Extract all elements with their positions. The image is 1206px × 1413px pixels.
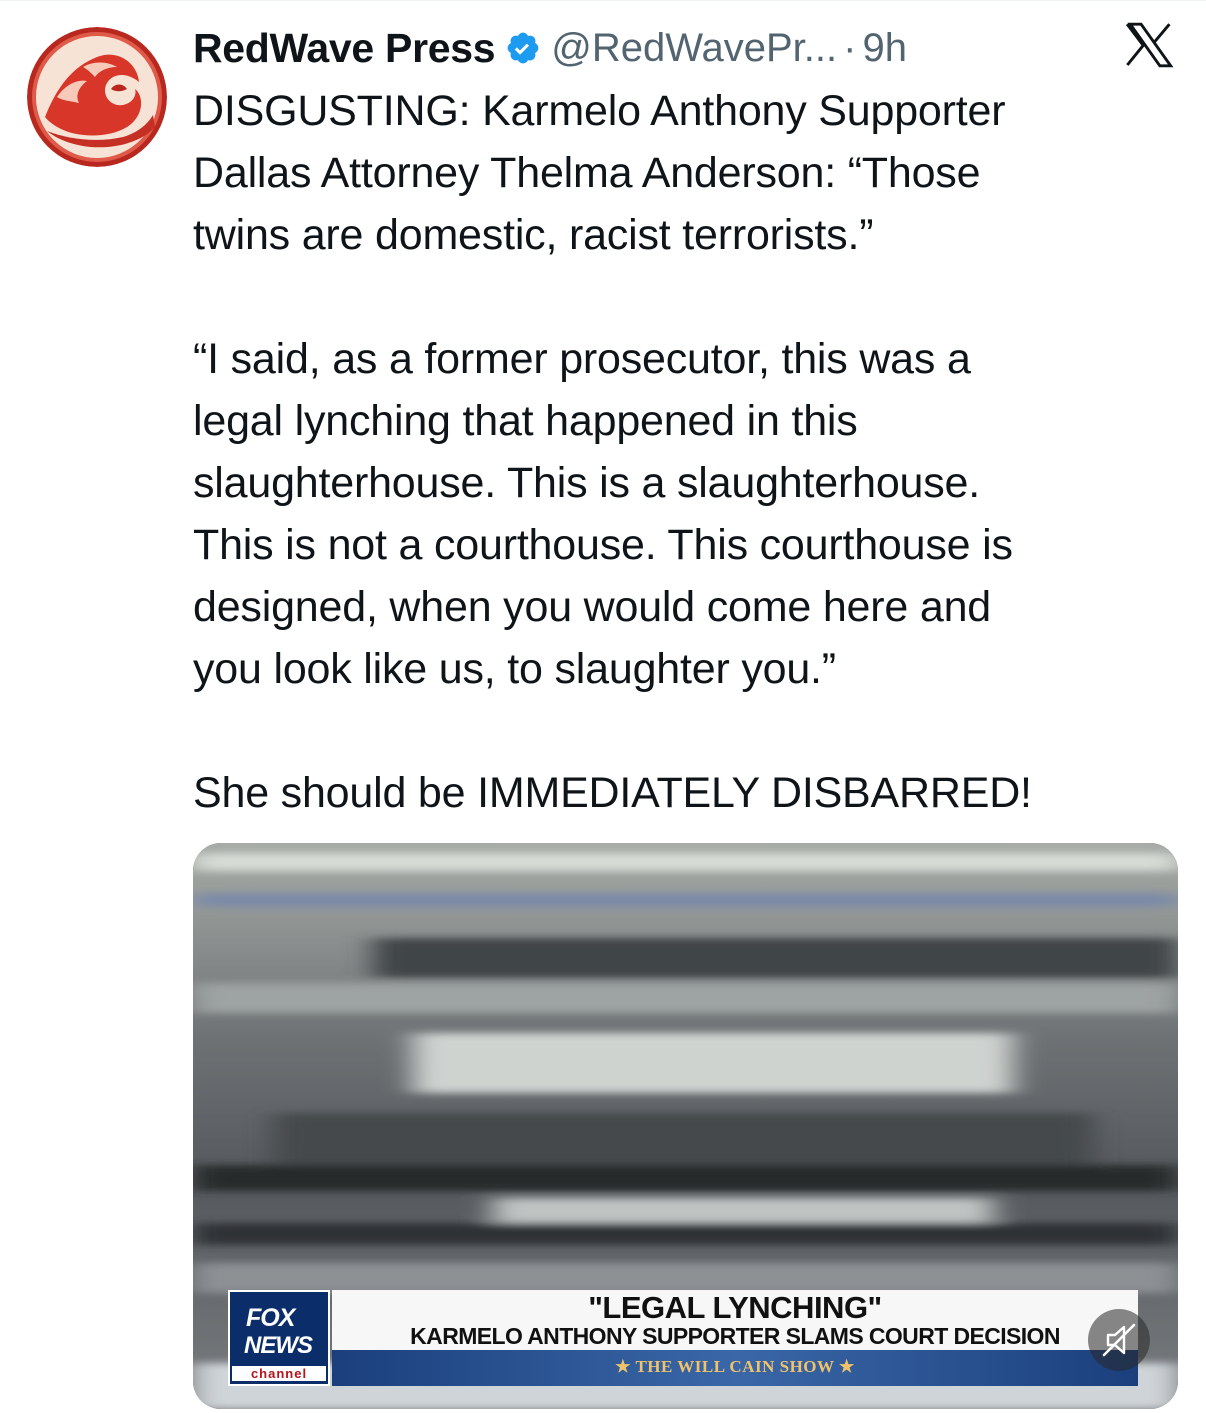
logo-line-1: FOX	[246, 1304, 295, 1332]
news-lower-third: FOX NEWS channel "LEGAL LYNCHING" KARMEL…	[228, 1290, 1138, 1386]
show-name: ★ THE WILL CAIN SHOW ★	[615, 1357, 855, 1376]
display-name[interactable]: RedWave Press	[193, 25, 496, 72]
tweet-header: RedWave Press @RedWavePr... · 9h	[193, 18, 1176, 78]
red-wave-logo	[27, 27, 167, 167]
verified-badge-icon	[505, 30, 541, 66]
fox-news-logo: FOX NEWS channel	[228, 1290, 330, 1386]
video-player[interactable]: FOX NEWS channel "LEGAL LYNCHING" KARMEL…	[193, 843, 1178, 1409]
volume-muted-icon	[1102, 1323, 1136, 1357]
headline-banner: "LEGAL LYNCHING" KARMELO ANTHONY SUPPORT…	[332, 1290, 1138, 1350]
show-strip: ★ THE WILL CAIN SHOW ★	[332, 1350, 1138, 1386]
avatar[interactable]	[27, 27, 167, 167]
banner-headline: "LEGAL LYNCHING"	[588, 1290, 882, 1325]
tweet-text: DISGUSTING: Karmelo Anthony Supporter Da…	[193, 87, 1032, 817]
banner-subheadline: KARMELO ANTHONY SUPPORTER SLAMS COURT DE…	[410, 1323, 1060, 1349]
mute-button[interactable]	[1088, 1309, 1150, 1371]
logo-line-3: channel	[232, 1366, 326, 1381]
handle[interactable]: @RedWavePr...	[551, 26, 837, 71]
separator-dot: ·	[843, 25, 857, 70]
timestamp[interactable]: 9h	[862, 26, 907, 71]
top-divider	[0, 0, 1206, 1]
logo-line-2: NEWS	[244, 1332, 313, 1359]
x-logo-icon	[1124, 22, 1174, 68]
